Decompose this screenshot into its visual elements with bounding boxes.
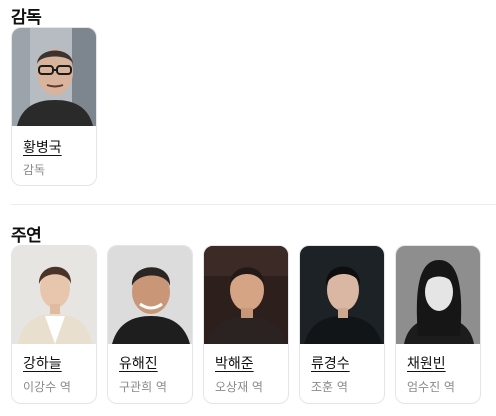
- cast-photo: [108, 246, 192, 344]
- cast-photo: [300, 246, 384, 344]
- director-role: 감독: [23, 163, 46, 177]
- cast-photo: [204, 246, 288, 344]
- cast-photo: [396, 246, 480, 344]
- cast-role: 조훈 역: [311, 380, 348, 394]
- cast-role: 구관희 역: [119, 380, 167, 394]
- director-section-title: 감독: [11, 8, 42, 28]
- cast-card[interactable]: 강하늘 이강수 역: [11, 245, 97, 404]
- director-name[interactable]: 황병국: [23, 137, 62, 157]
- cast-card[interactable]: 류경수 조훈 역: [299, 245, 385, 404]
- cast-name[interactable]: 박해준: [215, 353, 254, 373]
- cast-name[interactable]: 유해진: [119, 353, 158, 373]
- cast-name[interactable]: 류경수: [311, 353, 350, 373]
- director-card[interactable]: 황병국 감독: [11, 27, 97, 186]
- cast-card[interactable]: 박해준 오상재 역: [203, 245, 289, 404]
- cast-section-title: 주연: [11, 226, 42, 246]
- cast-role: 오상재 역: [215, 380, 263, 394]
- cast-role: 엄수진 역: [407, 380, 455, 394]
- cast-role: 이강수 역: [23, 380, 71, 394]
- cast-card[interactable]: 유해진 구관희 역: [107, 245, 193, 404]
- director-photo: [12, 28, 96, 126]
- cast-card[interactable]: 채원빈 엄수진 역: [395, 245, 481, 404]
- cast-photo: [12, 246, 96, 344]
- cast-name[interactable]: 강하늘: [23, 353, 62, 373]
- section-divider: [11, 204, 496, 205]
- cast-name[interactable]: 채원빈: [407, 353, 446, 373]
